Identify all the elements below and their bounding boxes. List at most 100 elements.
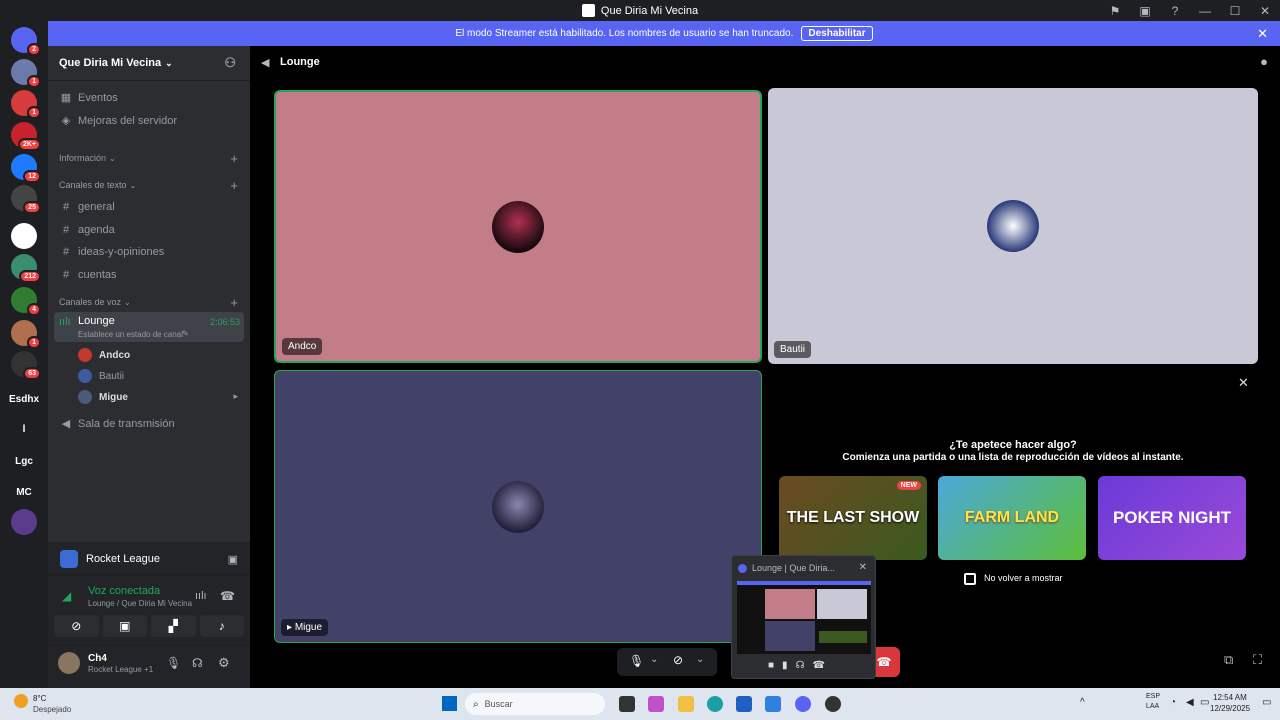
microphone-icon[interactable]: ▮ bbox=[782, 660, 788, 671]
voice-channel-path[interactable]: Lounge / Que Diria Mi Vecina bbox=[88, 599, 192, 608]
disconnect-icon[interactable]: ☎ bbox=[220, 589, 235, 603]
channel-agenda[interactable]: # agenda bbox=[48, 221, 250, 239]
category-text[interactable]: Canales de texto ⌄ + bbox=[48, 178, 250, 193]
windows-start-icon[interactable] bbox=[442, 696, 457, 711]
lang-layout[interactable]: LAA bbox=[1146, 703, 1159, 710]
voice-channel-lounge[interactable]: ıılı Lounge 2:06:53 Establece un estado … bbox=[54, 312, 244, 342]
popout-icon[interactable]: ⧉ bbox=[1224, 652, 1233, 668]
boost-item[interactable]: ◈ Mejoras del servidor bbox=[48, 114, 250, 128]
noise-icon[interactable]: ıılı bbox=[195, 590, 207, 602]
video-tile-andco[interactable]: Andco bbox=[274, 90, 762, 363]
voice-user-andco[interactable]: Andco bbox=[78, 348, 130, 362]
activities-button[interactable]: ▞ bbox=[151, 615, 196, 637]
battery-icon[interactable]: ▭ bbox=[1200, 697, 1209, 708]
camera-icon[interactable]: ■ bbox=[768, 660, 774, 671]
microphone-icon[interactable]: 🎙︎ bbox=[629, 654, 644, 668]
channel-status[interactable]: Establece un estado de canal bbox=[78, 330, 183, 339]
server-icon[interactable]: 63 bbox=[11, 351, 41, 380]
events-item[interactable]: ▦ Eventos bbox=[48, 91, 250, 105]
volume-icon[interactable]: ◀ bbox=[1186, 697, 1194, 708]
clock-date[interactable]: 12/29/2025 bbox=[1210, 704, 1250, 713]
server-icon[interactable]: 1 bbox=[11, 90, 41, 119]
edge-icon[interactable] bbox=[707, 696, 723, 712]
server-header[interactable]: Que Diria Mi Vecina ⌄ ⚇ bbox=[48, 54, 250, 72]
headphones-icon[interactable]: ☊ bbox=[796, 660, 805, 671]
server-icon[interactable] bbox=[11, 223, 37, 249]
gear-icon[interactable]: ⚙ bbox=[218, 655, 230, 671]
close-icon[interactable]: ✕ bbox=[859, 562, 867, 573]
server-icon[interactable]: 1 bbox=[11, 320, 41, 349]
close-window-button[interactable]: ✕ bbox=[1250, 4, 1280, 18]
server-icon[interactable]: MC bbox=[11, 479, 37, 505]
inbox-icon[interactable]: ⚑ bbox=[1100, 4, 1130, 18]
avatar[interactable] bbox=[58, 652, 80, 674]
discord-taskbar-icon[interactable] bbox=[795, 696, 811, 712]
pencil-icon[interactable]: ✎ bbox=[182, 329, 189, 338]
dont-show-checkbox[interactable] bbox=[964, 573, 976, 585]
screen-icon[interactable]: ▣ bbox=[1130, 4, 1160, 18]
category-voice[interactable]: Canales de voz ⌄ + bbox=[48, 295, 250, 310]
weather-icon[interactable] bbox=[14, 694, 28, 708]
voice-user-migue[interactable]: Migue bbox=[78, 390, 128, 404]
server-icon[interactable]: 1 bbox=[11, 59, 41, 88]
maximize-button[interactable]: ☐ bbox=[1220, 4, 1250, 18]
store-icon[interactable] bbox=[736, 696, 752, 712]
outlook-icon[interactable] bbox=[765, 696, 781, 712]
stage-channel[interactable]: ◀ Sala de transmisión bbox=[48, 417, 250, 431]
voice-status[interactable]: Voz conectada bbox=[88, 585, 160, 597]
clock-time[interactable]: 12:54 AM bbox=[1213, 693, 1247, 702]
taskbar-search[interactable]: ⌕ Buscar bbox=[465, 693, 605, 715]
wifi-icon[interactable]: ◔ bbox=[1170, 697, 1176, 708]
chevron-up-icon[interactable]: ^ bbox=[1080, 697, 1085, 708]
server-icon[interactable]: Lgc bbox=[11, 448, 37, 474]
add-channel-icon[interactable]: + bbox=[230, 151, 238, 166]
channel-general[interactable]: # general bbox=[48, 198, 250, 216]
disconnect-icon[interactable]: ☎ bbox=[812, 660, 824, 671]
close-icon[interactable]: ✕ bbox=[1257, 26, 1268, 42]
activity-icon[interactable]: ▣ bbox=[228, 553, 238, 566]
video-tile-migue[interactable]: ▸ Migue bbox=[274, 370, 762, 643]
fullscreen-icon[interactable]: ⛶ bbox=[1253, 652, 1262, 668]
app-taskbar-icon[interactable] bbox=[825, 696, 841, 712]
minimize-button[interactable]: — bbox=[1190, 4, 1220, 18]
server-icon[interactable]: Esdhx bbox=[9, 386, 39, 412]
server-icon[interactable]: 4 bbox=[11, 287, 41, 316]
notification-icon[interactable]: ▭ bbox=[1262, 697, 1271, 708]
add-channel-icon[interactable]: + bbox=[230, 178, 238, 193]
channel-cuentas[interactable]: # cuentas bbox=[48, 266, 250, 284]
chevron-down-icon[interactable]: ⌄ bbox=[696, 654, 704, 665]
lang-code[interactable]: ESP bbox=[1146, 693, 1160, 700]
server-icon[interactable]: 25 bbox=[11, 185, 41, 214]
file-explorer-icon[interactable] bbox=[678, 696, 694, 712]
headphones-icon[interactable]: ☊ bbox=[192, 656, 203, 670]
game-card-farm-land[interactable]: FARM LAND bbox=[938, 476, 1086, 560]
microphone-icon[interactable]: 🎙︎ bbox=[166, 656, 181, 670]
weather-temp[interactable]: 8°C bbox=[33, 694, 46, 703]
game-card-last-show[interactable]: THE LAST SHOW NEW bbox=[779, 476, 927, 560]
voice-user-bautii[interactable]: Bautii bbox=[78, 369, 124, 383]
game-card-poker-night[interactable]: POKER NIGHT bbox=[1098, 476, 1246, 560]
copilot-icon[interactable] bbox=[648, 696, 664, 712]
chevron-down-icon[interactable]: ⌄ bbox=[650, 654, 658, 665]
picture-in-picture-popup[interactable]: Lounge | Que Diria... ✕ ■ ▮ ☊ ☎ bbox=[731, 555, 876, 679]
video-tile-bautii[interactable]: Bautii bbox=[768, 88, 1258, 364]
channel-ideas[interactable]: # ideas-y-opiniones bbox=[48, 243, 250, 261]
close-icon[interactable]: ✕ bbox=[1238, 375, 1249, 391]
category-info[interactable]: Información ⌄ + bbox=[48, 151, 250, 166]
chat-icon[interactable]: ● bbox=[1260, 54, 1268, 69]
camera-off-button[interactable]: ⊘ bbox=[54, 615, 99, 637]
server-icon[interactable]: 12 bbox=[11, 154, 41, 183]
add-channel-icon[interactable]: + bbox=[230, 295, 238, 310]
task-view-icon[interactable] bbox=[619, 696, 635, 712]
camera-off-icon[interactable]: ⊘ bbox=[673, 653, 683, 667]
server-icon[interactable]: l bbox=[11, 416, 37, 442]
server-icon[interactable]: 2K+ bbox=[11, 122, 41, 151]
screen-share-button[interactable]: ▣ bbox=[102, 615, 147, 637]
server-icon[interactable]: 212 bbox=[11, 254, 41, 283]
server-icon[interactable] bbox=[11, 509, 37, 535]
add-user-icon[interactable]: ⚇ bbox=[224, 55, 236, 71]
disable-button[interactable]: Deshabilitar bbox=[801, 26, 873, 41]
help-icon[interactable]: ? bbox=[1160, 4, 1190, 18]
weather-desc[interactable]: Despejado bbox=[33, 705, 71, 714]
activity-bar[interactable]: Rocket League ▣ bbox=[54, 547, 244, 571]
